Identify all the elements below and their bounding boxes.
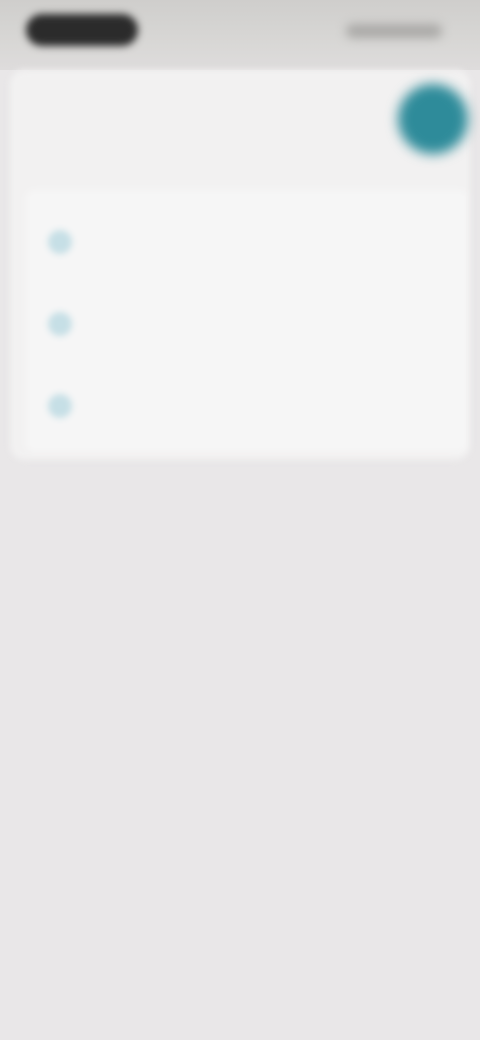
item-icon <box>48 312 72 336</box>
status-time-pill <box>26 14 138 46</box>
list-item[interactable] <box>26 284 468 366</box>
status-bar <box>0 0 480 70</box>
list-item[interactable] <box>26 202 468 284</box>
floating-action-button[interactable] <box>398 84 468 154</box>
item-icon <box>48 230 72 254</box>
status-icons <box>346 24 442 38</box>
options-list <box>26 190 468 452</box>
list-item[interactable] <box>26 366 468 448</box>
item-icon <box>48 394 72 418</box>
